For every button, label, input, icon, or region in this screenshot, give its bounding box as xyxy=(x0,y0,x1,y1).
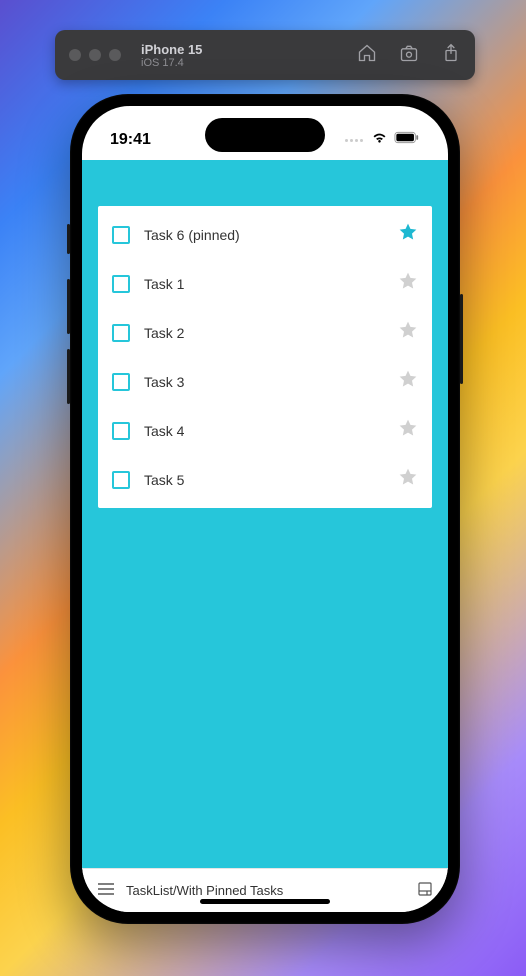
simulator-os-version: iOS 17.4 xyxy=(141,57,349,69)
side-button-silent xyxy=(67,224,70,254)
phone-frame: 19:41 Task 6 (pinned) xyxy=(70,94,460,924)
addons-panel-icon[interactable] xyxy=(418,882,432,899)
storybook-story-path: TaskList/With Pinned Tasks xyxy=(126,883,406,898)
task-label: Task 2 xyxy=(144,325,384,341)
pin-star-icon[interactable] xyxy=(398,418,418,443)
task-list-card: Task 6 (pinned) Task 1 Task 2 xyxy=(98,206,432,508)
pin-star-icon[interactable] xyxy=(398,467,418,492)
task-row[interactable]: Task 5 xyxy=(98,455,432,504)
task-row[interactable]: Task 6 (pinned) xyxy=(98,210,432,259)
status-time: 19:41 xyxy=(110,131,151,149)
task-checkbox[interactable] xyxy=(112,422,130,440)
task-label: Task 1 xyxy=(144,276,384,292)
task-checkbox[interactable] xyxy=(112,275,130,293)
zoom-window-button[interactable] xyxy=(109,49,121,61)
minimize-window-button[interactable] xyxy=(89,49,101,61)
task-label: Task 5 xyxy=(144,472,384,488)
side-button-volume-down xyxy=(67,349,70,404)
share-icon[interactable] xyxy=(441,43,461,68)
app-viewport: Task 6 (pinned) Task 1 Task 2 xyxy=(82,160,448,868)
simulator-toolbar: iPhone 15 iOS 17.4 xyxy=(55,30,475,80)
window-controls[interactable] xyxy=(69,49,121,61)
pin-star-icon[interactable] xyxy=(398,320,418,345)
task-row[interactable]: Task 2 xyxy=(98,308,432,357)
task-checkbox[interactable] xyxy=(112,226,130,244)
screenshot-icon[interactable] xyxy=(399,43,419,68)
task-row[interactable]: Task 1 xyxy=(98,259,432,308)
dynamic-island xyxy=(205,118,325,152)
task-label: Task 3 xyxy=(144,374,384,390)
simulator-device-name: iPhone 15 xyxy=(141,42,349,57)
pin-star-icon[interactable] xyxy=(398,271,418,296)
task-checkbox[interactable] xyxy=(112,373,130,391)
pin-star-icon[interactable] xyxy=(398,222,418,247)
close-window-button[interactable] xyxy=(69,49,81,61)
task-row[interactable]: Task 3 xyxy=(98,357,432,406)
side-button-volume-up xyxy=(67,279,70,334)
cellular-dots-icon xyxy=(345,139,363,142)
side-button-power xyxy=(460,294,463,384)
simulator-title-block: iPhone 15 iOS 17.4 xyxy=(141,42,349,69)
task-row[interactable]: Task 4 xyxy=(98,406,432,455)
task-label: Task 6 (pinned) xyxy=(144,227,384,243)
phone-screen: 19:41 Task 6 (pinned) xyxy=(82,106,448,912)
task-label: Task 4 xyxy=(144,423,384,439)
pin-star-icon[interactable] xyxy=(398,369,418,394)
home-icon[interactable] xyxy=(357,43,377,68)
battery-icon xyxy=(394,131,420,149)
storybook-bottom-bar: TaskList/With Pinned Tasks xyxy=(82,868,448,912)
task-checkbox[interactable] xyxy=(112,471,130,489)
home-indicator[interactable] xyxy=(200,899,330,904)
wifi-icon xyxy=(371,131,388,149)
task-checkbox[interactable] xyxy=(112,324,130,342)
menu-icon[interactable] xyxy=(98,883,114,898)
